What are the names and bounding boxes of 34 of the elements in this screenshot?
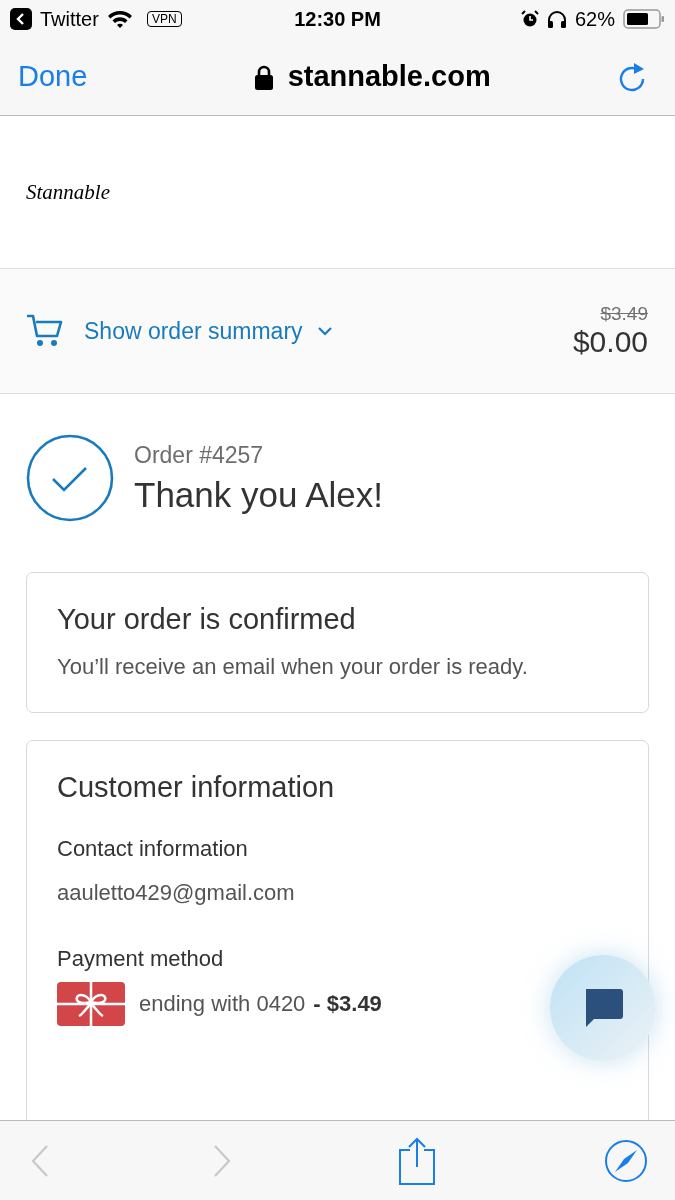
thank-you-heading: Thank you Alex! bbox=[134, 474, 384, 515]
battery-percent: 62% bbox=[574, 7, 615, 31]
battery-icon bbox=[623, 9, 665, 29]
headphones-icon bbox=[546, 10, 567, 28]
card-title: Customer information bbox=[57, 771, 336, 804]
done-button[interactable]: Done bbox=[18, 60, 88, 93]
vpn-badge: VPN bbox=[146, 11, 182, 27]
chevron-right-icon bbox=[212, 1143, 232, 1178]
gift-card-icon bbox=[57, 982, 125, 1026]
wifi-icon bbox=[106, 9, 133, 29]
chevron-left-icon bbox=[30, 1143, 50, 1178]
confirmation-message: You’ll receive an email when your order is ready. bbox=[57, 654, 529, 680]
payment-ending: ending with 0420 bbox=[139, 991, 306, 1017]
reload-icon[interactable] bbox=[617, 60, 647, 93]
card-title: Your order is confirmed bbox=[57, 603, 357, 636]
alarm-icon bbox=[520, 10, 539, 28]
original-price: $3.49 bbox=[600, 303, 648, 325]
section-value: aauletto429@gmail.com bbox=[57, 880, 296, 906]
section-heading: Contact information bbox=[57, 836, 249, 862]
compass-icon[interactable] bbox=[604, 1138, 648, 1183]
checkmark-circle-icon bbox=[26, 434, 114, 522]
back-app-label[interactable]: Twitter bbox=[40, 7, 99, 31]
cart-icon bbox=[26, 314, 64, 348]
order-summary-toggle[interactable]: Show order summary bbox=[26, 314, 333, 348]
chevron-down-icon bbox=[316, 326, 333, 336]
total-price: $0.00 bbox=[572, 325, 648, 359]
section-heading: Payment method bbox=[57, 946, 225, 972]
address-text[interactable]: stannable.com bbox=[287, 60, 491, 93]
lock-icon bbox=[253, 63, 274, 90]
payment-amount: - $3.49 bbox=[313, 991, 382, 1017]
clock-time: 12:30 PM bbox=[294, 7, 381, 31]
order-number: Order #4257 bbox=[134, 441, 265, 469]
store-logo[interactable]: Stannable bbox=[26, 179, 110, 205]
share-icon[interactable] bbox=[398, 1136, 436, 1185]
